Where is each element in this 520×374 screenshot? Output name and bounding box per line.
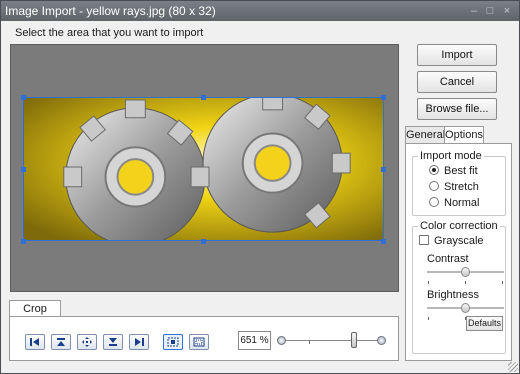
crop-handle-bottom-left[interactable] [21, 239, 26, 244]
zoom-level-display: 651 % [238, 331, 271, 350]
crop-handle-right[interactable] [381, 167, 386, 172]
tick-mark [428, 281, 429, 284]
center-button[interactable] [77, 334, 97, 350]
tab-general[interactable]: General [405, 126, 445, 144]
image-import-window: Image Import - yellow rays.jpg (80 x 32)… [0, 0, 520, 374]
tick-mark [502, 281, 503, 284]
zoom-in-button[interactable] [377, 336, 386, 345]
contrast-slider-thumb[interactable] [461, 267, 470, 277]
options-panel: Import mode Best fit Stretch Normal Colo… [405, 143, 512, 361]
import-mode-label: Import mode [418, 150, 484, 162]
radio-best-fit[interactable]: Best fit [429, 165, 478, 179]
tick-mark [465, 281, 466, 284]
resize-grip[interactable] [508, 362, 518, 372]
minimize-button[interactable]: – [467, 4, 481, 18]
brightness-slider[interactable] [427, 303, 504, 313]
radio-unselected-icon[interactable] [429, 181, 439, 191]
zoom-out-button[interactable] [277, 336, 286, 345]
brightness-slider-thumb[interactable] [461, 303, 470, 313]
crop-handle-top-right[interactable] [381, 95, 386, 100]
align-left-icon [30, 338, 39, 346]
zoom-slider-track [285, 340, 379, 341]
title-bar[interactable]: Image Import - yellow rays.jpg (80 x 32)… [1, 1, 519, 21]
tick-mark [428, 317, 429, 320]
grayscale-checkbox[interactable]: Grayscale [419, 235, 484, 249]
radio-selected-icon[interactable] [429, 165, 439, 175]
fit-image-button[interactable] [189, 334, 209, 350]
crop-tools-panel: 651 % [9, 316, 399, 361]
radio-best-fit-label: Best fit [444, 165, 478, 177]
color-correction-label: Color correction [418, 220, 500, 232]
preview-image[interactable] [23, 97, 384, 241]
import-button[interactable]: Import [417, 44, 497, 66]
crop-handle-left[interactable] [21, 167, 26, 172]
radio-stretch-label: Stretch [444, 181, 479, 193]
window-title: Image Import - yellow rays.jpg (80 x 32) [5, 4, 216, 18]
zoom-slider[interactable] [277, 332, 387, 348]
defaults-button[interactable]: Defaults [466, 316, 503, 331]
browse-file-button[interactable]: Browse file... [417, 98, 497, 120]
align-right-button[interactable] [129, 334, 149, 350]
fit-selection-button[interactable] [163, 334, 183, 350]
crop-handle-top-left[interactable] [21, 95, 26, 100]
color-correction-group: Color correction Grayscale Contrast Brig… [412, 220, 506, 354]
maximize-button[interactable]: □ [483, 4, 497, 18]
contrast-slider[interactable] [427, 267, 504, 277]
align-top-button[interactable] [51, 334, 71, 350]
gears-image [24, 98, 383, 240]
align-bottom-icon [109, 338, 117, 346]
align-left-button[interactable] [25, 334, 45, 350]
crop-handle-bottom[interactable] [201, 239, 206, 244]
grayscale-label: Grayscale [434, 235, 484, 247]
radio-normal-label: Normal [444, 197, 480, 209]
tick-mark [309, 341, 310, 344]
radio-stretch[interactable]: Stretch [429, 181, 479, 195]
center-icon [82, 337, 92, 347]
import-mode-group: Import mode Best fit Stretch Normal [412, 150, 506, 216]
tab-crop-tools[interactable]: Crop Tools [9, 300, 61, 331]
contrast-label: Contrast [427, 253, 469, 265]
fit-selection-icon [167, 337, 179, 347]
crop-handle-bottom-right[interactable] [381, 239, 386, 244]
align-right-icon [135, 338, 144, 346]
instruction-text: Select the area that you want to import [15, 27, 204, 39]
preview-canvas[interactable] [10, 44, 399, 292]
fit-image-icon [193, 337, 205, 347]
crop-handle-top[interactable] [201, 95, 206, 100]
checkbox-icon[interactable] [419, 235, 429, 245]
align-bottom-button[interactable] [103, 334, 123, 350]
brightness-label: Brightness [427, 289, 479, 301]
cancel-button[interactable]: Cancel [417, 71, 497, 93]
radio-normal[interactable]: Normal [429, 197, 479, 211]
zoom-slider-thumb[interactable] [351, 332, 357, 348]
radio-unselected-icon[interactable] [429, 197, 439, 207]
align-top-icon [57, 338, 65, 346]
close-button[interactable]: × [500, 4, 514, 18]
